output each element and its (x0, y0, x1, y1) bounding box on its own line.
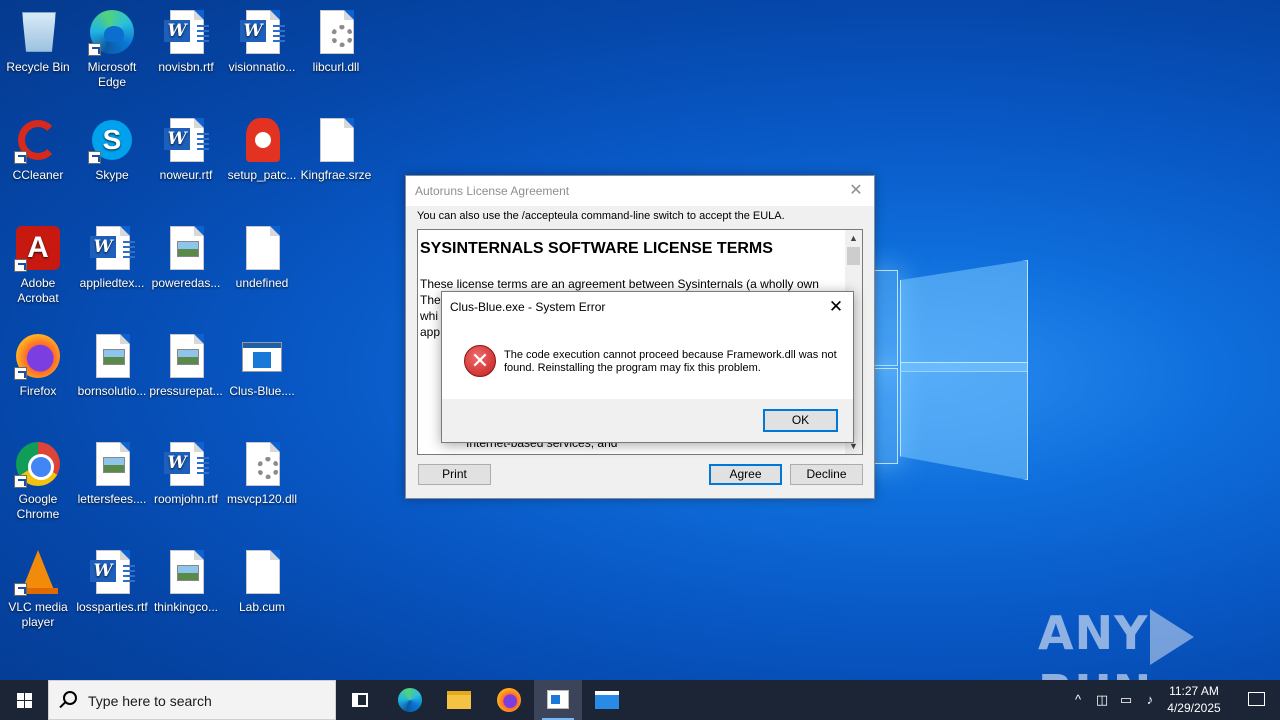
desktop-icon-microsoft-edge[interactable]: Microsoft Edge (74, 4, 150, 90)
volume-icon[interactable]: ♪ (1140, 680, 1160, 720)
notification-center-button[interactable] (1232, 680, 1280, 720)
app-window-icon (547, 690, 569, 709)
image-file-icon (96, 442, 130, 486)
desktop-icon-setup-patc[interactable]: setup_patc... (224, 112, 300, 183)
desktop-icon-google-chrome[interactable]: Google Chrome (0, 436, 76, 522)
network-icon[interactable]: ▭ (1116, 680, 1136, 720)
desktop-icon-undefined[interactable]: undefined (224, 220, 300, 291)
eula-info-text: You can also use the /accepteula command… (417, 210, 785, 222)
desktop-icon-clus-blue[interactable]: Clus-Blue.... (224, 328, 300, 399)
dialog-title: Autoruns License Agreement (406, 176, 874, 206)
desktop-icon-novisbn[interactable]: W novisbn.rtf (148, 4, 224, 75)
scroll-thumb[interactable] (847, 247, 860, 265)
image-file-icon (170, 550, 204, 594)
eula-heading: SYSINTERNALS SOFTWARE LICENSE TERMS (420, 240, 773, 257)
taskbar-file-explorer[interactable] (435, 680, 483, 720)
ok-button[interactable]: OK (763, 409, 838, 432)
desktop-icon-lettersfees[interactable]: lettersfees.... (74, 436, 150, 507)
desktop-icon-adobe-acrobat[interactable]: A Adobe Acrobat (0, 220, 76, 306)
desktop-icon-lossparties[interactable]: W lossparties.rtf (74, 544, 150, 615)
blank-file-icon (246, 550, 280, 594)
system-error-dialog: Clus-Blue.exe - System Error ✕ ✕ The cod… (441, 291, 854, 443)
notification-icon (1248, 692, 1265, 706)
desktop-icon-appliedtex[interactable]: W appliedtex... (74, 220, 150, 291)
desktop-icon-lab-cum[interactable]: Lab.cum (224, 544, 300, 615)
desktop-icon-pressurepat[interactable]: pressurepat... (148, 328, 224, 399)
error-dialog-title: Clus-Blue.exe - System Error (450, 300, 606, 314)
folder-icon (447, 691, 471, 709)
desktop-icon-thinkingco[interactable]: thinkingco... (148, 544, 224, 615)
error-message: The code execution cannot proceed becaus… (504, 349, 837, 374)
desktop-icon-ccleaner[interactable]: CCleaner (0, 112, 76, 183)
edge-icon (398, 688, 422, 712)
search-placeholder: Type here to search (88, 693, 212, 709)
image-file-icon (96, 334, 130, 378)
print-button[interactable]: Print (418, 464, 491, 485)
taskbar-firefox[interactable] (485, 680, 533, 720)
dll-gear-file-icon (320, 10, 354, 54)
search-icon (63, 691, 77, 705)
desktop-icon-msvcp120[interactable]: msvcp120.dll (224, 436, 300, 507)
app-window-icon (595, 691, 619, 709)
taskbar-search-box[interactable]: Type here to search (48, 680, 336, 720)
agree-button[interactable]: Agree (709, 464, 782, 485)
desktop-icon-visionnatio[interactable]: W visionnatio... (224, 4, 300, 75)
dll-gear-file-icon (246, 442, 280, 486)
setup-installer-icon (246, 118, 280, 162)
taskbar-clock[interactable]: 11:27 AM 4/29/2025 (1158, 683, 1230, 717)
clock-date: 4/29/2025 (1167, 701, 1221, 715)
error-icon: ✕ (464, 345, 496, 377)
desktop-icon-kingfrae[interactable]: Kingfrae.srze (298, 112, 374, 183)
show-hidden-icons-chevron-icon[interactable]: ^ (1068, 680, 1088, 720)
taskbar: Type here to search ^ ◫ ▭ ♪ 11:27 AM 4/2… (0, 680, 1280, 720)
scroll-up-icon[interactable]: ▲ (845, 230, 862, 246)
decline-button[interactable]: Decline (790, 464, 863, 485)
meet-now-icon[interactable]: ◫ (1092, 680, 1112, 720)
close-icon[interactable]: ✕ (846, 181, 866, 201)
firefox-icon (497, 688, 521, 712)
application-window-icon (242, 342, 282, 372)
desktop-icon-vlc[interactable]: VLC media player (0, 544, 76, 630)
image-file-icon (170, 334, 204, 378)
desktop-icon-poweredas[interactable]: poweredas... (148, 220, 224, 291)
taskbar-autoruns[interactable] (534, 680, 582, 720)
desktop-icon-noweur[interactable]: W noweur.rtf (148, 112, 224, 183)
clock-time: 11:27 AM (1169, 684, 1219, 698)
windows-logo-wallpaper (870, 240, 1030, 480)
desktop-icon-roomjohn[interactable]: W roomjohn.rtf (148, 436, 224, 507)
play-icon (1150, 608, 1195, 665)
close-icon[interactable]: ✕ (825, 296, 847, 318)
desktop-icon-libcurl[interactable]: libcurl.dll (298, 4, 374, 75)
start-button[interactable] (0, 680, 48, 720)
taskbar-edge[interactable] (386, 680, 434, 720)
image-file-icon (170, 226, 204, 270)
recycle-bin-icon (22, 12, 56, 52)
task-view-button[interactable] (336, 680, 384, 720)
desktop-icon-firefox[interactable]: Firefox (0, 328, 76, 399)
desktop-icon-skype[interactable]: S Skype (74, 112, 150, 183)
task-view-icon (352, 693, 368, 707)
taskbar-clus-blue[interactable] (583, 680, 631, 720)
blank-file-icon (320, 118, 354, 162)
desktop-icon-bornsolutio[interactable]: bornsolutio... (74, 328, 150, 399)
blank-file-icon (246, 226, 280, 270)
error-dialog-footer: OK (442, 399, 853, 442)
desktop-icon-recycle-bin[interactable]: Recycle Bin (0, 4, 76, 75)
